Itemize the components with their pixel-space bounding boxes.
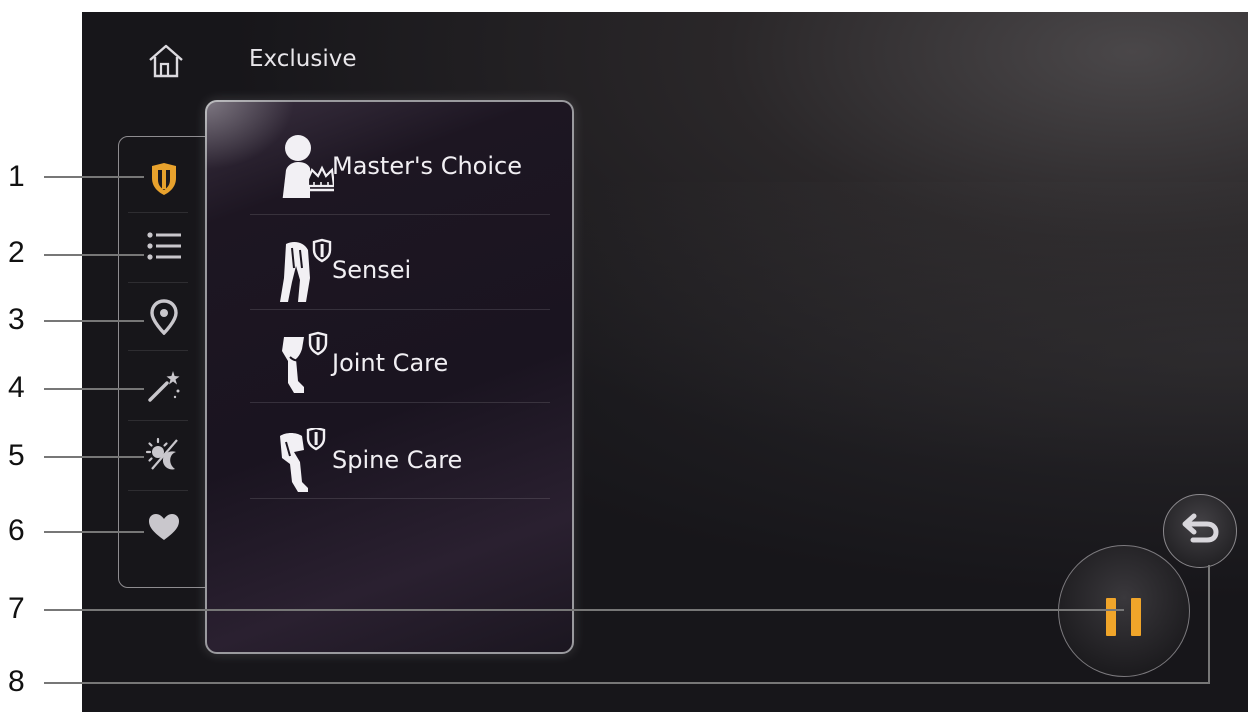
callout-number: 4 [8, 371, 25, 404]
menu-item-label: Joint Care [332, 348, 449, 377]
callout-number: 7 [8, 592, 25, 625]
callout-line-8-vertical [1208, 565, 1210, 683]
magic-wand-icon [148, 371, 180, 402]
sidebar-item-sleep[interactable] [128, 422, 200, 488]
back-button[interactable] [1163, 494, 1237, 568]
menu-item-masters-choice[interactable]: Master's Choice [250, 118, 550, 213]
sensei-body-icon [280, 238, 332, 302]
menu-divider [250, 214, 550, 215]
callout-number: 1 [8, 160, 25, 193]
seated-body-icon [280, 428, 326, 492]
heart-icon [149, 514, 179, 540]
sidebar-divider [128, 282, 188, 283]
callout-line-5 [44, 456, 144, 458]
menu-item-label: Sensei [332, 255, 412, 284]
sidebar-divider [128, 490, 188, 491]
sidebar-item-list[interactable] [128, 213, 200, 279]
pause-bar [1106, 598, 1116, 636]
sidebar-item-exclusive[interactable] [128, 146, 200, 212]
callout-line-6 [44, 531, 144, 533]
menu-item-spine-care[interactable]: Spine Care [250, 412, 550, 507]
menu-divider [250, 498, 550, 499]
sidebar-item-location[interactable] [128, 284, 200, 350]
master-crown-icon [282, 135, 334, 198]
shield-icon [152, 163, 176, 195]
menu-item-sensei[interactable]: Sensei [250, 222, 550, 317]
callout-number: 8 [8, 665, 25, 698]
menu-item-label: Spine Care [332, 445, 463, 474]
pause-button[interactable] [1058, 545, 1190, 677]
back-arrow-icon [1182, 513, 1219, 542]
menu-divider [250, 309, 550, 310]
menu-item-label: Master's Choice [332, 151, 522, 180]
callout-number: 5 [8, 439, 25, 472]
menu-item-joint-care[interactable]: Joint Care [250, 315, 550, 410]
callout-number: 3 [8, 303, 25, 336]
sun-moon-icon [145, 437, 178, 470]
pause-bar [1131, 598, 1141, 636]
home-icon[interactable] [146, 42, 186, 80]
menu-divider [250, 402, 550, 403]
callout-line-2 [44, 254, 144, 256]
callout-line-8 [44, 682, 1210, 684]
sidebar-item-favorites[interactable] [128, 494, 200, 560]
callout-line-7 [44, 609, 1124, 611]
callout-line-4 [44, 388, 144, 390]
callout-line-1 [44, 176, 144, 178]
legs-icon [282, 331, 328, 393]
callout-line-3 [44, 320, 144, 322]
location-pin-icon [150, 299, 178, 335]
callout-number: 6 [8, 514, 25, 547]
page-title: Exclusive [249, 46, 357, 72]
callout-number: 2 [8, 236, 25, 269]
list-icon [147, 232, 181, 260]
sidebar-divider [128, 350, 188, 351]
sidebar-divider [128, 420, 188, 421]
sidebar-item-magic[interactable] [128, 353, 200, 419]
